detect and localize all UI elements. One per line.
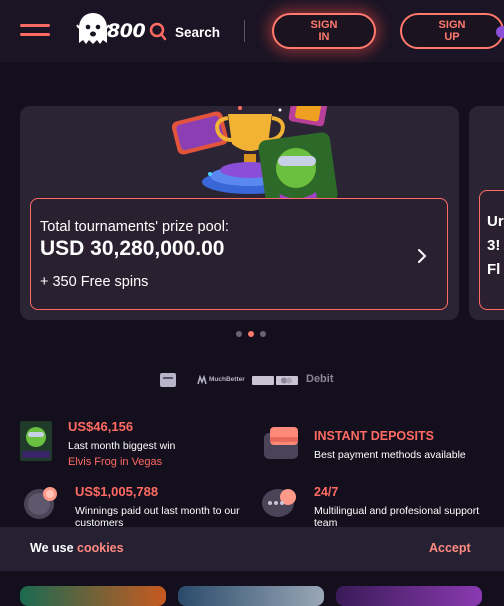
sign-up-button[interactable]: SIGN UP <box>400 13 504 49</box>
promo-card[interactable]: Total tournaments' prize pool: USD 30,28… <box>30 198 448 310</box>
promo-slide[interactable]: Total tournaments' prize pool: USD 30,28… <box>20 106 459 320</box>
search-button[interactable]: Search <box>149 22 220 42</box>
cookies-link[interactable]: cookies <box>77 541 124 555</box>
instant-deposit-icon <box>264 427 298 459</box>
carousel-dots <box>236 331 266 337</box>
carousel-dot-active[interactable] <box>248 331 254 337</box>
elvis-frog-game-icon[interactable] <box>20 421 52 461</box>
sign-in-button[interactable]: SIGN IN <box>272 13 376 49</box>
muchbetter-label: MuchBetter <box>209 376 245 383</box>
game-thumbnail[interactable] <box>20 586 166 606</box>
next-promo-slide[interactable]: Ur 3! Fl <box>469 106 504 320</box>
winnings-label: Winnings paid out last month to our cust… <box>75 505 240 529</box>
search-label: Search <box>175 24 221 40</box>
site-logo[interactable]: 800 <box>76 11 152 47</box>
ghost-logo-icon <box>76 13 110 44</box>
visa-mastercard-icon <box>252 376 298 385</box>
game-thumbnail[interactable] <box>336 586 482 606</box>
paysafecard-icon <box>160 373 176 387</box>
support-desc: Multilingual and profesional support tea… <box>314 505 480 529</box>
top-header: 800 Search SIGN IN SIGN UP <box>0 0 504 62</box>
muchbetter-icon <box>197 375 207 385</box>
instant-deposits-desc: Best payment methods available <box>314 449 466 461</box>
support-title: 24/7 <box>314 485 339 499</box>
promo-extra: + 350 Free spins <box>40 274 149 290</box>
biggest-win-label: Last month biggest win <box>68 440 176 452</box>
game-thumbnail[interactable] <box>178 586 324 606</box>
carousel-dot[interactable] <box>236 331 242 337</box>
next-promo-text: Ur 3! Fl <box>487 213 504 278</box>
instant-deposits-title: INSTANT DEPOSITS <box>314 429 434 443</box>
menu-icon[interactable] <box>20 22 50 40</box>
search-icon <box>149 22 167 41</box>
support-chat-icon <box>262 489 296 517</box>
promo-amount: USD 30,280,000.00 <box>40 237 225 260</box>
trophy-coin-icon <box>24 487 57 519</box>
header-divider <box>244 20 245 42</box>
cookie-banner: We use cookies Accept <box>0 527 504 571</box>
biggest-win-amount: US$46,156 <box>68 419 134 434</box>
winnings-amount: US$1,005,788 <box>75 484 159 499</box>
notification-dot <box>496 26 504 38</box>
biggest-win-game-link[interactable]: Elvis Frog in Vegas <box>68 456 162 468</box>
promo-subtitle: Total tournaments' prize pool: <box>40 219 229 235</box>
debit-label: Debit <box>306 373 334 385</box>
cookie-message: We use cookies <box>30 541 124 555</box>
cookie-text: We use <box>30 541 74 555</box>
chevron-right-icon[interactable] <box>415 247 429 265</box>
games-row <box>0 582 504 606</box>
accept-cookies-button[interactable]: Accept <box>429 541 471 555</box>
carousel-dot[interactable] <box>260 331 266 337</box>
logo-text: 800 <box>107 20 146 42</box>
